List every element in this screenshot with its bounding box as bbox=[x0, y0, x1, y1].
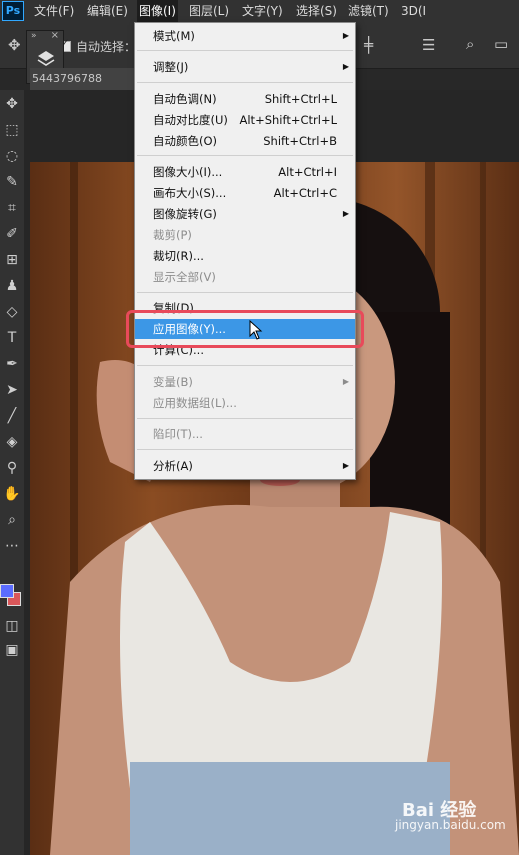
menu-edit[interactable]: 编辑(E) bbox=[87, 0, 128, 22]
menu-select[interactable]: 选择(S) bbox=[296, 0, 337, 22]
paint-bucket-icon[interactable]: ◈ bbox=[0, 430, 24, 454]
healing-icon[interactable]: ⊞ bbox=[0, 248, 24, 272]
foreground-color-swatch[interactable] bbox=[0, 584, 14, 598]
menu-bar: Ps 文件(F) 编辑(E) 图像(I) 图层(L) 文字(Y) 选择(S) 滤… bbox=[0, 0, 519, 22]
highlight-annotation bbox=[126, 310, 364, 348]
move-icon[interactable]: ✥ bbox=[0, 92, 24, 116]
submenu-arrow-icon: ▶ bbox=[342, 31, 349, 40]
layers-icon[interactable] bbox=[36, 49, 56, 69]
cursor-icon bbox=[249, 320, 263, 340]
menu-item-mode[interactable]: 模式(M) ▶ bbox=[135, 26, 355, 46]
menu-separator bbox=[137, 82, 353, 83]
auto-select-label: 自动选择： bbox=[76, 40, 137, 54]
type-icon[interactable]: T bbox=[0, 326, 24, 350]
menu-item-image-size[interactable]: 图像大小(I)... Alt+Ctrl+I bbox=[135, 162, 355, 182]
submenu-arrow-icon: ▶ bbox=[342, 62, 349, 71]
menu-separator bbox=[137, 50, 353, 51]
pen-icon[interactable]: ✒ bbox=[0, 352, 24, 376]
marquee-icon[interactable]: ⬚ bbox=[0, 118, 24, 142]
submenu-arrow-icon: ▶ bbox=[342, 377, 349, 386]
menu-item-reveal-all[interactable]: 显示全部(V) bbox=[135, 267, 355, 287]
menu-layer[interactable]: 图层(L) bbox=[189, 0, 229, 22]
photoshop-logo[interactable]: Ps bbox=[2, 1, 24, 21]
line-icon[interactable]: ╱ bbox=[0, 404, 24, 428]
eyedropper-icon[interactable]: ⚲ bbox=[0, 456, 24, 480]
document-tab-label: 5443796788 bbox=[32, 72, 102, 85]
workspace-icon[interactable]: ▭ bbox=[494, 35, 508, 53]
path-select-icon[interactable]: ➤ bbox=[0, 378, 24, 402]
hand-icon[interactable]: ✋ bbox=[0, 482, 24, 506]
menu-image[interactable]: 图像(I) bbox=[137, 0, 178, 22]
image-menu-dropdown: 模式(M) ▶ 调整(J) ▶ 自动色调(N) Shift+Ctrl+L 自动对… bbox=[134, 22, 356, 480]
menu-3d[interactable]: 3D(I bbox=[401, 0, 426, 22]
search-icon[interactable]: ⌕ bbox=[466, 35, 474, 53]
stamp-icon[interactable]: ♟ bbox=[0, 274, 24, 298]
quick-select-icon[interactable]: ✎ bbox=[0, 170, 24, 194]
menu-item-trap[interactable]: 陷印(T)... bbox=[135, 424, 355, 444]
lasso-icon[interactable]: ◌ bbox=[0, 144, 24, 168]
menu-type[interactable]: 文字(Y) bbox=[242, 0, 283, 22]
menu-separator bbox=[137, 418, 353, 419]
submenu-arrow-icon: ▶ bbox=[342, 209, 349, 218]
more-tools-icon[interactable]: ⋯ bbox=[0, 534, 24, 558]
crop-icon[interactable]: ⌗ bbox=[0, 196, 24, 220]
menu-separator bbox=[137, 292, 353, 293]
menu-item-crop[interactable]: 裁剪(P) bbox=[135, 225, 355, 245]
menu-item-variables[interactable]: 变量(B) ▶ bbox=[135, 372, 355, 392]
menu-item-auto-tone[interactable]: 自动色调(N) Shift+Ctrl+L bbox=[135, 89, 355, 109]
menu-item-trim[interactable]: 裁切(R)... bbox=[135, 246, 355, 266]
align-icon[interactable]: ╪ bbox=[364, 36, 373, 54]
menu-separator bbox=[137, 365, 353, 366]
submenu-arrow-icon: ▶ bbox=[342, 461, 349, 470]
menu-item-auto-contrast[interactable]: 自动对比度(U) Alt+Shift+Ctrl+L bbox=[135, 110, 355, 130]
brush-icon[interactable]: ✐ bbox=[0, 222, 24, 246]
expand-icon[interactable]: » bbox=[31, 31, 37, 41]
menu-separator bbox=[137, 155, 353, 156]
tools-panel: ✥ ⬚ ◌ ✎ ⌗ ✐ ⊞ ♟ ◇ T ✒ ➤ ╱ ◈ ⚲ ✋ ⌕ ⋯ ◫ ▣ bbox=[0, 90, 24, 855]
watermark-url: jingyan.baidu.com bbox=[395, 818, 506, 832]
menu-separator bbox=[137, 449, 353, 450]
menu-item-adjustments[interactable]: 调整(J) ▶ bbox=[135, 57, 355, 77]
menu-item-apply-data-set[interactable]: 应用数据组(L)... bbox=[135, 393, 355, 413]
menu-file[interactable]: 文件(F) bbox=[34, 0, 74, 22]
distribute-icon[interactable]: ☰ bbox=[422, 36, 435, 54]
eraser-icon[interactable]: ◇ bbox=[0, 300, 24, 324]
menu-item-image-rotation[interactable]: 图像旋转(G) ▶ bbox=[135, 204, 355, 224]
zoom-icon[interactable]: ⌕ bbox=[0, 508, 24, 532]
close-icon[interactable]: × bbox=[51, 30, 59, 41]
menu-filter[interactable]: 滤镜(T) bbox=[348, 0, 389, 22]
menu-item-analysis[interactable]: 分析(A) ▶ bbox=[135, 456, 355, 476]
menu-item-canvas-size[interactable]: 画布大小(S)... Alt+Ctrl+C bbox=[135, 183, 355, 203]
quick-mask-icon[interactable]: ◫ bbox=[0, 614, 24, 638]
move-tool-icon[interactable]: ✥ bbox=[8, 36, 21, 54]
screen-mode-icon[interactable]: ▣ bbox=[0, 638, 24, 662]
menu-item-auto-color[interactable]: 自动颜色(O) Shift+Ctrl+B bbox=[135, 131, 355, 151]
